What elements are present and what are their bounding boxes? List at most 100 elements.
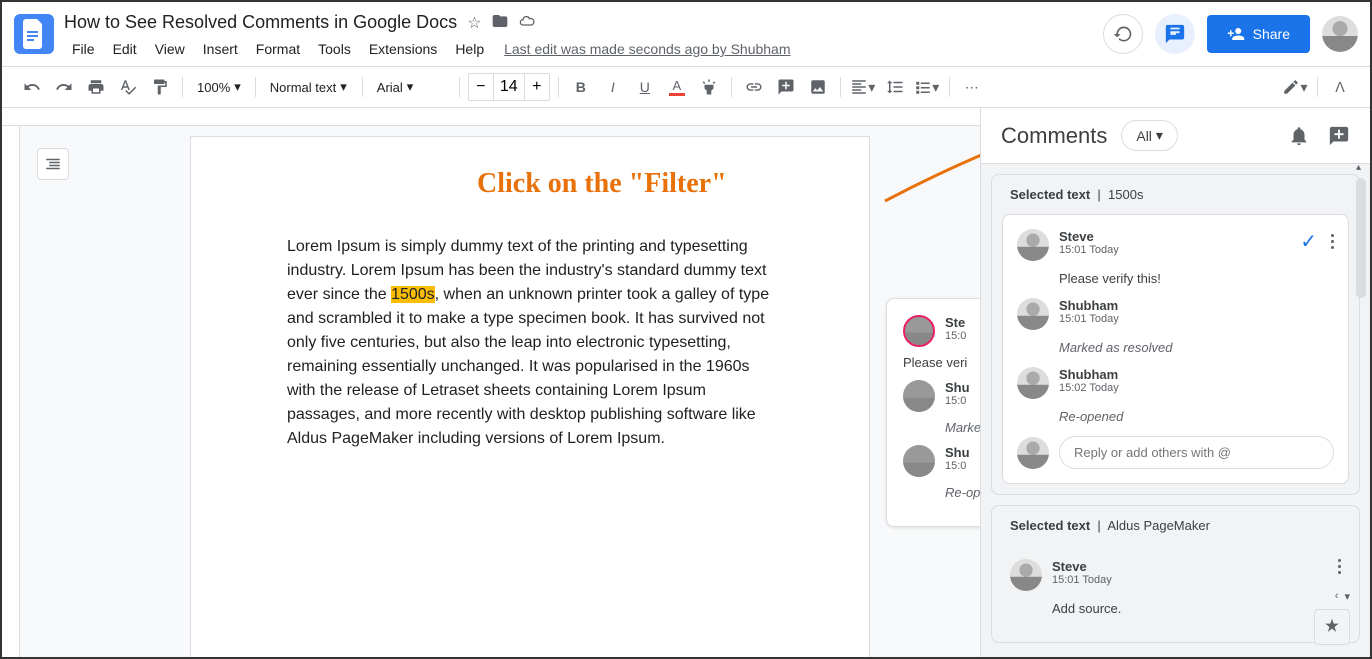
menu-file[interactable]: File [64, 37, 103, 61]
image-button[interactable] [804, 73, 832, 101]
outline-toggle-button[interactable] [37, 148, 69, 180]
explore-icon [1322, 617, 1342, 637]
comments-panel-title: Comments [1001, 123, 1107, 149]
avatar [903, 315, 935, 347]
text-color-button[interactable]: A [663, 73, 691, 101]
undo-button[interactable] [18, 73, 46, 101]
bold-button[interactable]: B [567, 73, 595, 101]
avatar [903, 445, 935, 477]
history-button[interactable] [1103, 14, 1143, 54]
comment-status: Re-opened [1059, 409, 1334, 424]
comments-list[interactable]: Selected text | 1500s Steve 15:01 Today … [981, 164, 1370, 657]
commenter-name: Shubham [1059, 298, 1119, 313]
commenter-name: Steve [1052, 559, 1112, 574]
style-select[interactable]: Normal text▾ [264, 73, 354, 101]
header-actions: Share [1103, 14, 1358, 54]
new-comment-button[interactable] [1328, 125, 1350, 147]
thread-selected-text: Selected text | 1500s [992, 175, 1359, 214]
doc-title[interactable]: How to See Resolved Comments in Google D… [64, 12, 457, 33]
comments-toggle-button[interactable] [1155, 14, 1195, 54]
comment-status: Re-opened [945, 485, 980, 500]
vertical-ruler[interactable] [2, 126, 20, 657]
redo-button[interactable] [50, 73, 78, 101]
more-button[interactable]: ⋯ [958, 73, 986, 101]
user-avatar[interactable] [1322, 16, 1358, 52]
avatar [1010, 559, 1042, 591]
menu-tools[interactable]: Tools [310, 37, 359, 61]
scrollbar[interactable]: ▴ [1354, 164, 1368, 653]
margin-comment-card[interactable]: Ste15:0 Please veri Shu15:0 Marked as Sh… [886, 298, 980, 527]
avatar [1017, 229, 1049, 261]
share-button[interactable]: Share [1207, 15, 1310, 53]
italic-button[interactable]: I [599, 73, 627, 101]
highlighted-text: 1500s [391, 286, 435, 303]
horizontal-ruler[interactable] [2, 108, 980, 126]
docs-icon [22, 19, 46, 49]
checklist-button[interactable]: ▾ [913, 73, 941, 101]
annotation-text: Click on the "Filter" [477, 168, 727, 200]
comment-body: Please veri [903, 355, 980, 370]
print-button[interactable] [82, 73, 110, 101]
menu-extensions[interactable]: Extensions [361, 37, 445, 61]
document-page[interactable]: Lorem Ipsum is simply dummy text of the … [190, 136, 870, 657]
menu-edit[interactable]: Edit [105, 37, 145, 61]
comment-body: Add source. [1052, 601, 1341, 616]
comment-time: 15:01 Today [1052, 574, 1112, 586]
avatar [1017, 298, 1049, 330]
document-text: Lorem Ipsum is simply dummy text of the … [287, 235, 773, 451]
notifications-button[interactable] [1288, 125, 1310, 147]
version-history-icon [1113, 24, 1133, 44]
font-select[interactable]: Arial▾ [371, 73, 451, 101]
font-size-control: − 14 + [468, 73, 550, 101]
menu-view[interactable]: View [147, 37, 193, 61]
comments-filter-button[interactable]: All ▾ [1121, 120, 1178, 151]
resolve-button[interactable]: ✓ [1300, 229, 1317, 254]
comment-body: Please verify this! [1059, 271, 1334, 286]
link-button[interactable] [740, 73, 768, 101]
font-size-value[interactable]: 14 [493, 74, 525, 100]
filter-label: All [1136, 128, 1152, 144]
comment-icon [1164, 23, 1186, 45]
comment-status: Marked as resolved [1059, 340, 1334, 355]
comment-menu-button[interactable] [1338, 559, 1341, 574]
menu-bar: File Edit View Insert Format Tools Exten… [64, 37, 1103, 61]
collapse-button[interactable]: ᐱ [1326, 73, 1354, 101]
add-comment-button[interactable] [772, 73, 800, 101]
comment-time: 15:01 Today [1059, 244, 1119, 256]
docs-logo[interactable] [14, 14, 54, 54]
avatar [903, 380, 935, 412]
move-icon[interactable] [492, 13, 508, 33]
comment-menu-button[interactable] [1331, 234, 1334, 249]
underline-button[interactable]: U [631, 73, 659, 101]
menu-insert[interactable]: Insert [195, 37, 246, 61]
explore-button[interactable] [1314, 609, 1350, 645]
comments-panel: Comments All ▾ Selected text | 1500s [980, 108, 1370, 657]
scroll-chevrons[interactable]: ‹ ▾ [1335, 590, 1350, 603]
reply-input[interactable] [1059, 436, 1334, 469]
comment-time: 15:01 Today [1059, 313, 1119, 325]
menu-help[interactable]: Help [447, 37, 492, 61]
person-add-icon [1227, 25, 1245, 43]
menu-format[interactable]: Format [248, 37, 308, 61]
align-button[interactable]: ▾ [849, 73, 877, 101]
star-icon[interactable]: ☆ [467, 13, 481, 33]
thread-selected-text: Selected text | Aldus PageMaker [992, 506, 1359, 545]
paint-format-button[interactable] [146, 73, 174, 101]
spellcheck-button[interactable] [114, 73, 142, 101]
avatar [1017, 367, 1049, 399]
cloud-icon[interactable] [518, 13, 536, 33]
app-header: How to See Resolved Comments in Google D… [2, 2, 1370, 66]
outline-icon [44, 155, 62, 173]
last-edit-link[interactable]: Last edit was made seconds ago by Shubha… [504, 41, 790, 57]
scrollbar-thumb[interactable] [1356, 178, 1366, 298]
comment-thread[interactable]: Selected text | Aldus PageMaker Steve 15… [991, 505, 1360, 643]
font-size-increase[interactable]: + [525, 78, 549, 96]
font-size-decrease[interactable]: − [469, 78, 493, 96]
zoom-select[interactable]: 100%▾ [191, 73, 247, 101]
highlight-button[interactable] [695, 73, 723, 101]
comment-status: Marked as [945, 420, 980, 435]
commenter-name: Steve [1059, 229, 1119, 244]
line-spacing-button[interactable] [881, 73, 909, 101]
editing-mode-button[interactable]: ▾ [1281, 73, 1309, 101]
comment-thread[interactable]: Selected text | 1500s Steve 15:01 Today … [991, 174, 1360, 495]
